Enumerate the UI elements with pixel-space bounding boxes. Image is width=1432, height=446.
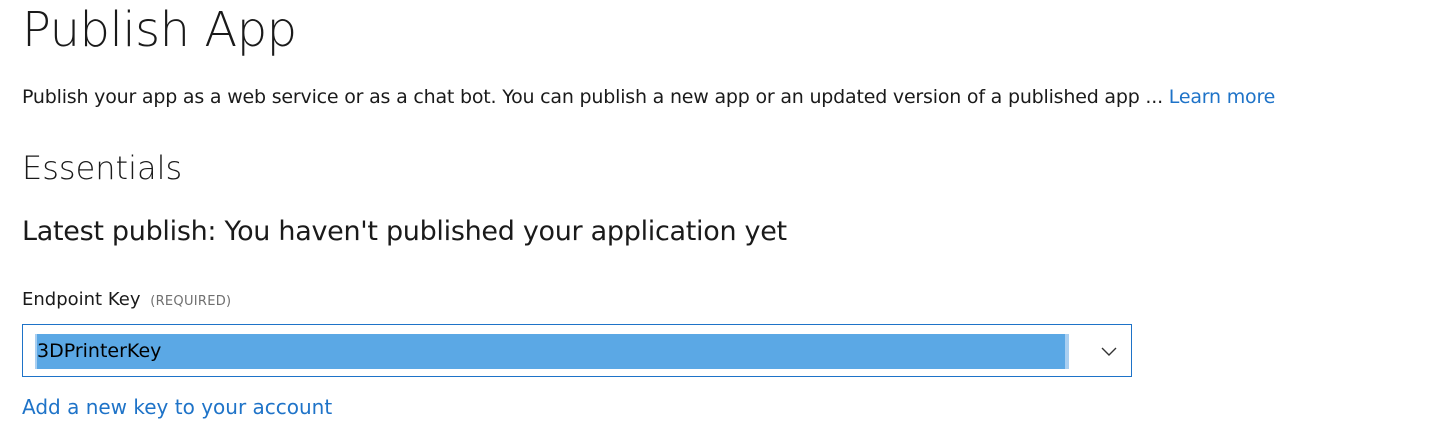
essentials-heading: Essentials [22, 149, 183, 187]
learn-more-link[interactable]: Learn more [1169, 86, 1276, 108]
latest-publish-status: Latest publish: You haven't published yo… [22, 216, 787, 247]
chevron-down-icon[interactable] [1099, 341, 1119, 361]
endpoint-key-label: Endpoint Key (REQUIRED) [22, 288, 231, 314]
page-description: Publish your app as a web service or as … [22, 84, 1275, 110]
selection-edge-right [1065, 334, 1069, 369]
publish-app-page: Publish App Publish your app as a web se… [0, 0, 1432, 446]
description-text: Publish your app as a web service or as … [22, 86, 1163, 108]
selection-edge-left [35, 334, 37, 369]
endpoint-key-select[interactable]: 3DPrinterKey [22, 324, 1132, 377]
endpoint-key-selected-value: 3DPrinterKey [35, 334, 1067, 369]
endpoint-key-label-text: Endpoint Key [22, 289, 141, 310]
page-title: Publish App [22, 2, 297, 58]
required-tag: (REQUIRED) [150, 294, 232, 309]
add-new-key-link[interactable]: Add a new key to your account [22, 394, 332, 420]
